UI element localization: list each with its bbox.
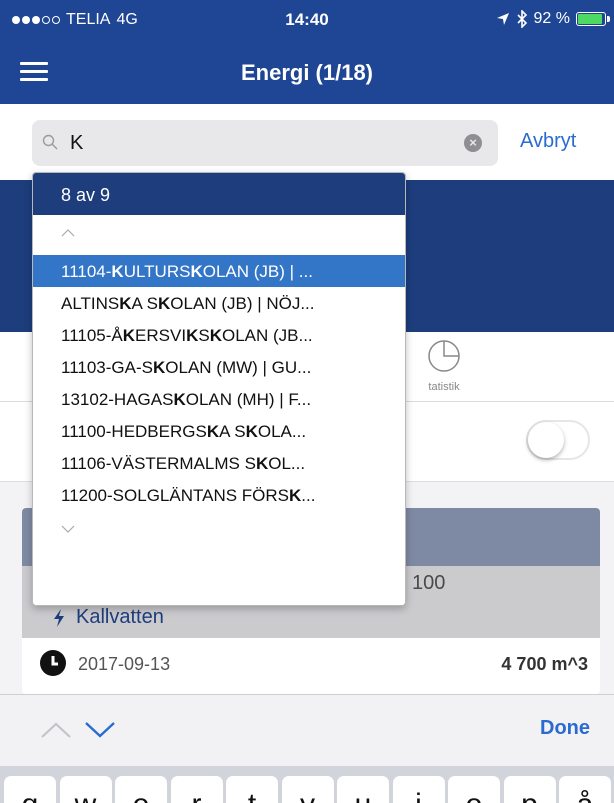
tab-statistics-label: tatistik [428, 381, 460, 393]
suggestion-text: 11105-Å [61, 326, 123, 345]
suggestion-text: OLAN (JB... [221, 326, 313, 345]
match-highlight: K [255, 454, 269, 473]
search-bar: K × Avbryt [0, 104, 614, 180]
match-highlight: K [206, 422, 220, 441]
page-title: Energi (1/18) [240, 60, 374, 85]
scroll-up-button[interactable] [33, 215, 405, 255]
reading-date: 2017-09-13 [78, 654, 171, 674]
reading-value: 4 700 m^3 [501, 654, 588, 674]
chevron-up-icon [61, 229, 75, 237]
suggestion-text: OLAN (JB) | NÖJ... [170, 294, 315, 313]
suggestion-text: A S [219, 422, 246, 441]
match-highlight: K [186, 326, 199, 345]
battery-icon [576, 12, 610, 26]
suggestion-text: 11104- [61, 262, 112, 281]
result-count: 8 av 9 [33, 173, 405, 215]
search-icon [42, 134, 58, 150]
suggestion-text: OLAN (MW) | GU... [165, 358, 312, 377]
key-u[interactable]: u [337, 776, 389, 803]
suggestion-item[interactable]: 11105-ÅKERSVIKSKOLAN (JB... [33, 319, 405, 351]
meter-reading-row[interactable]: 2017-09-13 4 700 m^3 [22, 638, 600, 694]
cancel-search-button[interactable]: Avbryt [520, 130, 576, 153]
match-highlight: K [190, 262, 203, 281]
status-indicators: 92 % [496, 10, 610, 28]
suggestion-text: ULTURS [123, 262, 191, 281]
keyboard: qwertyuiopå [0, 766, 614, 803]
suggestion-text: OLA... [257, 422, 307, 441]
status-bar: TELIA 4G 14:40 92 % [0, 0, 614, 40]
history-clock-icon [40, 650, 66, 676]
match-highlight: K [289, 486, 302, 505]
clear-search-icon[interactable]: × [464, 134, 482, 152]
pie-chart-icon [428, 340, 460, 372]
key-e[interactable]: e [115, 776, 167, 803]
suggestion-text: 11103-GA-S [61, 358, 153, 377]
suggestion-text: S [198, 326, 210, 345]
next-field-icon[interactable] [84, 721, 116, 739]
lightning-icon [54, 608, 64, 627]
keyboard-toolbar: Done [0, 694, 614, 766]
autocomplete-dropdown: 8 av 9 11104-KULTURSKOLAN (JB) | ... ALTI… [32, 172, 406, 606]
navigation-bar: Energi (1/18) [0, 40, 614, 104]
suggestion-item[interactable]: 13102-HAGASKOLAN (MH) | F... [33, 383, 405, 415]
key-y[interactable]: y [281, 776, 334, 803]
match-highlight: K [119, 294, 132, 313]
chevron-down-icon [61, 525, 75, 533]
match-highlight: K [111, 262, 124, 281]
toggle-switch[interactable] [526, 420, 590, 460]
key-r[interactable]: r [170, 776, 223, 803]
meter-type-label: Kallvatten [76, 606, 164, 628]
key-å[interactable]: å [559, 776, 611, 803]
match-highlight: K [152, 358, 166, 377]
match-highlight: K [158, 294, 171, 313]
bluetooth-icon [516, 10, 527, 28]
match-highlight: K [245, 422, 258, 441]
suggestion-item[interactable]: 11104-KULTURSKOLAN (JB) | ... [33, 255, 405, 287]
search-input-value: K [70, 132, 84, 154]
suggestion-text: A S [131, 294, 159, 313]
match-highlight: K [122, 326, 136, 345]
match-highlight: K [173, 390, 186, 409]
suggestion-text: OLAN (MH) | F... [185, 390, 312, 409]
match-highlight: K [209, 326, 222, 345]
suggestion-item[interactable]: 11106-VÄSTERMALMS SKOL... [33, 447, 405, 479]
meter-number: 100 [412, 572, 446, 594]
key-q[interactable]: q [4, 776, 56, 803]
key-w[interactable]: w [59, 776, 112, 803]
suggestion-text: 13102-HAGAS [61, 390, 174, 409]
suggestion-text: OL... [268, 454, 306, 473]
suggestion-text: OLAN (JB) | ... [202, 262, 313, 281]
previous-field-icon[interactable] [40, 721, 72, 739]
suggestion-text: 11100-HEDBERGS [61, 422, 207, 441]
meter-type: Kallvatten [52, 606, 164, 629]
suggestion-text: ... [301, 486, 316, 505]
suggestion-text: ALTINS [61, 294, 120, 313]
location-icon [496, 13, 509, 25]
toggle-knob [528, 422, 564, 458]
suggestion-text: ERSVI [135, 326, 187, 345]
battery-percent: 92 % [533, 10, 570, 27]
key-t[interactable]: t [226, 776, 278, 803]
search-input[interactable]: K × [32, 120, 498, 166]
key-o[interactable]: o [448, 776, 500, 803]
scroll-down-button[interactable] [33, 511, 405, 551]
suggestion-item[interactable]: ALTINSKA SKOLAN (JB) | NÖJ... [33, 287, 405, 319]
suggestion-item[interactable]: 11200-SOLGLÄNTANS FÖRSK... [33, 479, 405, 511]
suggestion-list: 11104-KULTURSKOLAN (JB) | ... ALTINSKA SK… [33, 255, 405, 511]
suggestion-text: 11200-SOLGLÄNTANS FÖRS [61, 486, 290, 505]
suggestion-text: 11106-VÄSTERMALMS S [61, 454, 256, 473]
tab-statistics[interactable]: tatistik [404, 338, 484, 393]
key-p[interactable]: p [503, 776, 556, 803]
key-i[interactable]: i [392, 776, 445, 803]
done-button[interactable]: Done [540, 717, 590, 740]
suggestion-item[interactable]: 11103-GA-SKOLAN (MW) | GU... [33, 351, 405, 383]
suggestion-item[interactable]: 11100-HEDBERGSKA SKOLA... [33, 415, 405, 447]
